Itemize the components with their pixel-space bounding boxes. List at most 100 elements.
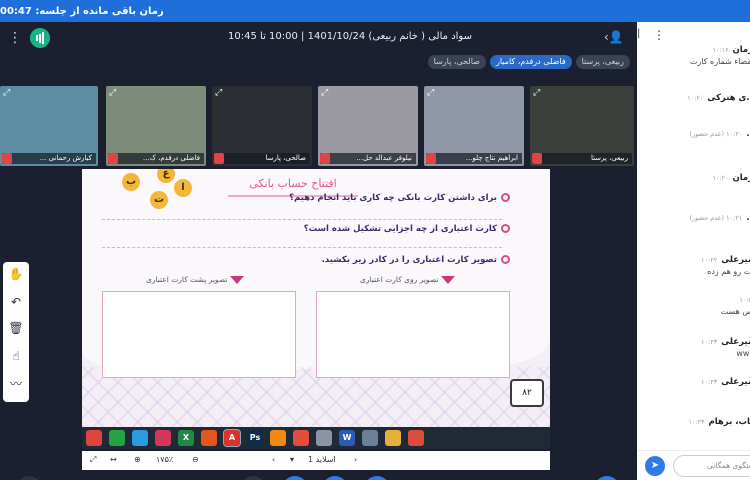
chat-time: ۱۰:۲۳ [701, 338, 718, 346]
chat-time: ۱۰:۲ [739, 296, 750, 304]
video-strip: ⤢ کیارش رحمانی ... ⤢ فاضلی درفدم، ک... ⤢ صالح… [0, 86, 637, 166]
chat-sender: ارمان [732, 45, 750, 55]
fit-width-icon[interactable]: ↔ [110, 455, 117, 464]
participant-video-tile[interactable]: ⤢ فاضلی درفدم، ک... [106, 86, 206, 166]
more-options-icon[interactable]: ⋮ [8, 30, 22, 46]
folder-icon[interactable] [385, 430, 401, 446]
whatsapp-icon[interactable] [109, 430, 125, 446]
meeting-area: ⋮ سواد مالی ( خانم ربیعی) 1401/10/24 | 1… [0, 22, 637, 480]
expand-icon[interactable]: ⤢ [427, 88, 434, 98]
printer-icon[interactable] [316, 430, 332, 446]
photoshop-icon[interactable]: Ps [247, 430, 263, 446]
chat-message: عاب، برهام۱۰:۲۴ [688, 416, 750, 427]
undo-icon[interactable]: ↶ [6, 292, 26, 312]
microphone-button[interactable]: 🎤 [364, 476, 390, 480]
presenter-chip[interactable]: فاضلی درفدم، کامیار [489, 55, 572, 69]
mic-muted-icon [532, 153, 542, 164]
chat-divider-icon: | [637, 28, 641, 39]
front-card-drawing-box[interactable] [316, 291, 510, 378]
acrobat-icon[interactable]: A [223, 429, 241, 447]
chat-input[interactable]: گفتگوی همگانی [673, 455, 750, 477]
meeting-title: سواد مالی ( خانم ربیعی) 1401/10/24 | 10:… [228, 31, 472, 42]
telegram-icon[interactable] [132, 430, 148, 446]
annotation-toolbar: ✋ ↶ 🗑 ☝ 〰 [3, 262, 29, 402]
session-timer-text: زمان باقی مانده از جلسه: 00:47 [0, 5, 164, 17]
chat-sender: عاب، برهام [708, 417, 750, 427]
chat-time: ۱۰:۲۳ [701, 378, 718, 386]
participant-video-tile[interactable]: ⤢ صالحی، پارسا [212, 86, 312, 166]
expand-icon[interactable]: ⤢ [533, 88, 540, 98]
participant-video-tile[interactable]: ⤢ ابراهیم نتاج چلو... [424, 86, 524, 166]
meeting-header: ⋮ سواد مالی ( خانم ربیعی) 1401/10/24 | 1… [0, 22, 637, 54]
chat-options-icon[interactable]: ⋮ [653, 28, 665, 42]
send-icon[interactable]: ➤ [645, 456, 665, 476]
pan-hand-icon[interactable]: ✋ [6, 264, 26, 284]
chat-message: ارمان۱۰:۱۶ انقضاء شماره کارت [690, 44, 750, 66]
shared-screen-taskbar: X A Ps W [82, 427, 550, 449]
zoom-in-icon[interactable]: ⊕ [134, 455, 141, 464]
user-settings-icon[interactable]: ‹👤 [604, 30, 626, 46]
presentation-slide: ب ع ا ت افتتاح حساب بانکی برای داشتن کار… [82, 169, 550, 427]
bullet-icon [501, 255, 510, 264]
mic-muted-icon [108, 153, 118, 164]
letter-ball: ت [150, 191, 168, 209]
tool-icon[interactable] [362, 430, 378, 446]
raise-hand-button[interactable]: ✋ [16, 476, 42, 480]
chat-message: امیرعلی۱۰:۲۳ [701, 376, 750, 387]
chat-sender: ... [746, 213, 750, 223]
letter-ball: ب [122, 173, 140, 191]
phone-button[interactable]: ✆ [322, 476, 348, 480]
mic-muted-icon [2, 153, 12, 164]
expand-icon[interactable]: ⤢ [3, 88, 10, 98]
expand-icon[interactable]: ⤢ [321, 88, 328, 98]
chat-sender: امیرعلی [721, 255, 750, 265]
camera-button[interactable]: ▶ [282, 476, 308, 480]
chat-message: ...۱۰:۲۱ (عدم حضور) [689, 212, 750, 223]
back-card-caption: تصویر پشت کارت اعتباری [146, 275, 245, 284]
multi-user-draw-icon[interactable]: ☝ [6, 346, 26, 366]
recorder-icon[interactable] [293, 430, 309, 446]
bottom-controls: ✋ ⧄ ▶ ✆ 🎤 + [0, 476, 637, 480]
book-icon[interactable] [155, 430, 171, 446]
presenter-chip[interactable]: صالحی، پارسا [427, 55, 486, 69]
chat-time: ۱۰:۲۰ [687, 94, 704, 102]
participant-video-tile[interactable]: ⤢ ربیعی، پرستا [530, 86, 634, 166]
chrome-icon[interactable] [408, 430, 424, 446]
actions-plus-button[interactable]: + [594, 476, 620, 480]
zoom-level: ۱۷۵٪ [156, 455, 174, 464]
vlc-icon[interactable] [270, 430, 286, 446]
participant-name: ابراهیم نتاج چلو... [426, 153, 522, 164]
participant-name: نیلوفر عبدالد حل... [320, 153, 416, 164]
chat-sender: امیرعلی [721, 337, 750, 347]
excel-icon[interactable]: X [178, 430, 194, 446]
chat-message: ...ی هنرکی۱۰:۲۰ [687, 92, 750, 103]
prev-slide-icon[interactable]: ‹ [272, 455, 275, 464]
chat-time: ۱۰:۲۲ [701, 256, 718, 264]
letter-ball: ا [174, 179, 192, 197]
slide-viewer-bar: ⤢ ↔ ⊕ ۱۷۵٪ ⊖ ‹ ▾ اسلاید 1 › [82, 451, 550, 470]
media-icon[interactable] [201, 430, 217, 446]
presenters-list: ربیعی، پرستا فاضلی درفدم، کامیار صالحی، پا… [360, 55, 630, 69]
chat-sender: ... [746, 129, 750, 139]
next-slide-icon[interactable]: › [354, 455, 357, 464]
whiteboard-icon[interactable]: 〰 [6, 374, 26, 394]
word-icon[interactable]: W [339, 430, 355, 446]
chat-message: ارمان۱۰:۲۰ [712, 172, 750, 183]
participant-video-tile[interactable]: ⤢ نیلوفر عبدالد حل... [318, 86, 418, 166]
trash-icon[interactable]: 🗑 [6, 318, 26, 338]
presenter-chip[interactable]: ربیعی، پرستا [575, 55, 630, 69]
chat-text: www [736, 349, 750, 358]
bullet-icon [501, 193, 510, 202]
back-card-drawing-box[interactable] [102, 291, 296, 378]
screen-share-off-button[interactable]: ⧄ [240, 476, 266, 480]
app-icon[interactable] [86, 430, 102, 446]
chat-text: رس هست [720, 307, 750, 316]
slide-dropdown-icon[interactable]: ▾ [290, 455, 294, 464]
chat-time: ۱۰:۲۰ (عدم حضور) [689, 130, 743, 138]
expand-icon[interactable]: ⤢ [109, 88, 116, 98]
participant-video-tile[interactable]: ⤢ کیارش رحمانی ... [0, 86, 98, 166]
slide-selector[interactable]: اسلاید 1 [308, 455, 336, 464]
zoom-out-icon[interactable]: ⊖ [192, 455, 199, 464]
expand-icon[interactable]: ⤢ [215, 88, 222, 98]
fullscreen-icon[interactable]: ⤢ [90, 455, 96, 465]
